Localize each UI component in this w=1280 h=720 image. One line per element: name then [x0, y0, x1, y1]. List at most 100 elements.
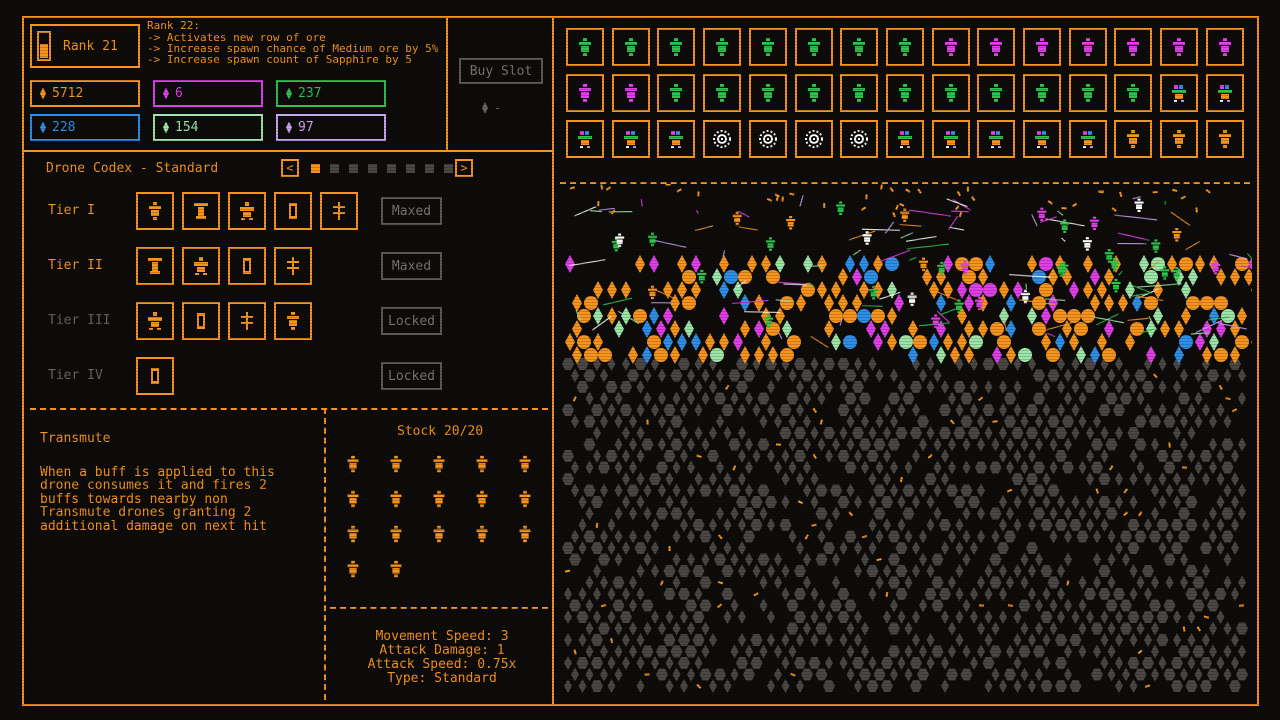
codex-drone-slot[interactable] [320, 192, 358, 230]
codex-page-dot[interactable] [425, 164, 434, 173]
tier-status-button[interactable]: Maxed [381, 197, 442, 225]
ore-hex [670, 369, 683, 382]
codex-drone-slot[interactable] [182, 247, 220, 285]
ore-hex [888, 553, 900, 566]
codex-drone-slot[interactable] [136, 357, 174, 395]
drone-slot[interactable] [657, 74, 696, 112]
codex-page-dot[interactable] [330, 164, 339, 173]
codex-drone-slot[interactable] [228, 192, 266, 230]
ore-shard [1100, 518, 1109, 532]
drone-slot[interactable] [794, 120, 833, 158]
drone-slot[interactable] [1160, 74, 1199, 112]
drone-slot[interactable] [931, 120, 970, 158]
drone-slot[interactable] [794, 28, 833, 66]
ore-shard [665, 679, 674, 693]
drone-slot[interactable] [1068, 120, 1107, 158]
drone-icon [579, 84, 591, 102]
codex-page-dot[interactable] [444, 164, 453, 173]
drone-slot[interactable] [977, 74, 1016, 112]
ore-shard [1216, 403, 1225, 417]
drone-slot[interactable] [931, 28, 970, 66]
drone-slot[interactable] [977, 120, 1016, 158]
drone-slot[interactable] [1205, 28, 1244, 66]
codex-drone-slot[interactable] [182, 302, 220, 340]
ore-shard [1139, 255, 1149, 273]
rank-button[interactable]: Rank 21 [30, 24, 140, 68]
drone-slot[interactable] [1023, 28, 1061, 66]
drone-slot[interactable] [1023, 74, 1061, 112]
drone-slot[interactable] [657, 120, 696, 158]
drone-slot[interactable] [566, 120, 604, 158]
drone-slot[interactable] [885, 120, 924, 158]
ore-hex [1098, 588, 1111, 600]
drone-slot[interactable] [1068, 74, 1107, 112]
drone-slot[interactable] [748, 120, 787, 158]
tier-status-button[interactable]: Locked [381, 362, 442, 390]
drone-slot[interactable] [840, 74, 879, 112]
ore-fragment [1123, 511, 1129, 517]
drone-slot[interactable] [885, 74, 924, 112]
ore-shard [687, 667, 695, 682]
ore-fragment [781, 196, 784, 202]
ore-shard [962, 460, 971, 475]
ore-hex [808, 657, 821, 669]
drone-slot[interactable] [566, 28, 604, 66]
codex-page-dot[interactable] [406, 164, 415, 173]
ore-hex [1127, 611, 1140, 623]
ore-shard [1013, 449, 1022, 463]
drone-slot[interactable] [1160, 28, 1199, 66]
codex-drone-slot[interactable] [274, 302, 312, 340]
drone-slot[interactable] [1114, 28, 1153, 66]
ore-shard [672, 575, 681, 590]
codex-drone-slot[interactable] [136, 247, 174, 285]
drone-slot[interactable] [566, 74, 604, 112]
codex-drone-slot[interactable] [228, 247, 266, 285]
ore-hex [1149, 530, 1161, 543]
codex-drone-slot[interactable] [274, 247, 312, 285]
drone-slot[interactable] [611, 120, 650, 158]
tier-status-button[interactable]: Maxed [381, 252, 442, 280]
drone-slot[interactable] [703, 120, 742, 158]
drone-slot[interactable] [1068, 28, 1107, 66]
drone-slot[interactable] [703, 28, 742, 66]
codex-next-button[interactable]: > [455, 159, 473, 177]
codex-page-dot[interactable] [311, 164, 320, 173]
drone-slot[interactable] [840, 28, 879, 66]
codex-drone-slot[interactable] [136, 302, 174, 340]
ore-hex [1127, 657, 1140, 669]
drone-slot[interactable] [840, 120, 879, 158]
buy-slot-button[interactable]: Buy Slot [459, 58, 543, 84]
drone-slot[interactable] [1114, 74, 1153, 112]
drone-slot[interactable] [885, 28, 924, 66]
codex-drone-slot[interactable] [182, 192, 220, 230]
ore-shard [955, 541, 964, 555]
drone-slot[interactable] [931, 74, 970, 112]
ore-hex [1081, 309, 1095, 323]
drone-slot[interactable] [611, 28, 650, 66]
drone-slot[interactable] [1205, 74, 1244, 112]
ore-shard [919, 552, 927, 567]
laser-streak [599, 207, 615, 211]
drone-slot[interactable] [794, 74, 833, 112]
codex-drone-slot[interactable] [274, 192, 312, 230]
drone-slot[interactable] [1160, 120, 1199, 158]
ore-hex [743, 369, 755, 382]
mining-drone [836, 201, 846, 215]
codex-page-dot[interactable] [349, 164, 358, 173]
drone-slot[interactable] [1205, 120, 1244, 158]
ore-shard [970, 656, 978, 670]
codex-prev-button[interactable]: < [281, 159, 299, 177]
tier-status-button[interactable]: Locked [381, 307, 442, 335]
drone-slot[interactable] [703, 74, 742, 112]
drone-slot[interactable] [748, 74, 787, 112]
codex-page-dot[interactable] [368, 164, 377, 173]
codex-drone-slot[interactable] [136, 192, 174, 230]
drone-slot[interactable] [611, 74, 650, 112]
drone-slot[interactable] [748, 28, 787, 66]
drone-slot[interactable] [1114, 120, 1153, 158]
drone-slot[interactable] [1023, 120, 1061, 158]
drone-slot[interactable] [657, 28, 696, 66]
drone-slot[interactable] [977, 28, 1016, 66]
codex-drone-slot[interactable] [228, 302, 266, 340]
codex-page-dot[interactable] [387, 164, 396, 173]
